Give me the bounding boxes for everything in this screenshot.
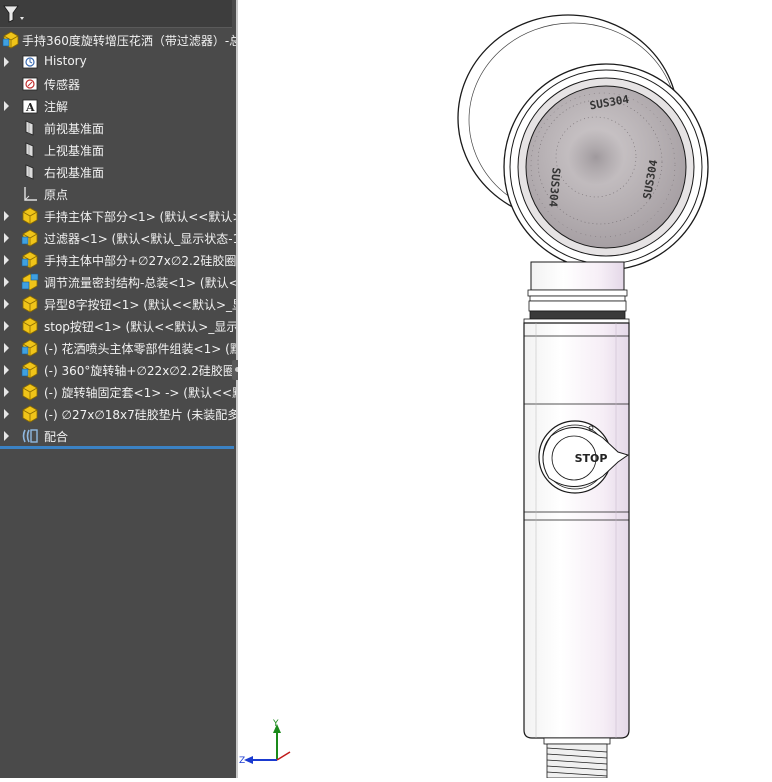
expand-arrow-icon[interactable]	[4, 321, 9, 331]
tree-item[interactable]: (-) ∅27x∅18x7硅胶垫片 (未装配多	[0, 403, 236, 425]
tree-item[interactable]: 右视基准面	[0, 161, 236, 183]
tree-item[interactable]: 过滤器<1> (默认<默认_显示状态-1	[0, 227, 236, 249]
tree-item[interactable]: 前视基准面	[0, 117, 236, 139]
subassembly-icon	[21, 273, 39, 291]
handle-body	[523, 322, 630, 739]
expand-arrow-icon[interactable]	[4, 299, 9, 309]
expand-arrow-icon[interactable]	[4, 431, 9, 441]
tree-item[interactable]: 上视基准面	[0, 139, 236, 161]
tree-item[interactable]: 配合	[0, 425, 236, 447]
tree-item-label: 原点	[44, 188, 69, 202]
expand-arrow-icon[interactable]	[4, 343, 9, 353]
tree-item-label: (-) ∅27x∅18x7硅胶垫片 (未装配多	[44, 408, 236, 422]
expand-arrow-icon[interactable]	[4, 211, 9, 221]
origin-icon	[24, 187, 37, 201]
tree-item-label: stop按钮<1> (默认<<默认>_显示	[44, 320, 236, 334]
swivel-neck	[523, 261, 630, 324]
tree-item[interactable]: stop按钮<1> (默认<<默认>_显示	[0, 315, 236, 337]
assembly-icon	[21, 251, 38, 269]
tree-item[interactable]: A 注解	[0, 95, 236, 117]
part-icon	[22, 383, 38, 401]
plane-icon	[25, 142, 34, 158]
tree-item[interactable]: 异型8字按钮<1> (默认<<默认>_显	[0, 293, 236, 315]
expand-arrow-icon[interactable]	[4, 387, 9, 397]
assembly-icon	[21, 361, 38, 379]
history-icon	[22, 55, 38, 69]
annotation-icon: A	[22, 99, 38, 114]
part-icon	[22, 317, 38, 335]
part-icon	[22, 405, 38, 423]
part-icon	[22, 295, 38, 313]
filter-bar	[0, 0, 232, 28]
tree-item[interactable]: (-) 花洒喷头主体零部件组装<1> (默	[0, 337, 236, 359]
tree-item-label: 传感器	[44, 78, 81, 92]
assembly-icon	[21, 229, 38, 247]
tree-item-label: 前视基准面	[44, 122, 105, 136]
hose-connector	[543, 737, 611, 779]
tree-item-label: 配合	[44, 430, 69, 444]
tree-item-label: 右视基准面	[44, 166, 105, 180]
expand-arrow-icon[interactable]	[4, 409, 9, 419]
expand-arrow-icon[interactable]	[4, 233, 9, 243]
expand-arrow-icon[interactable]	[4, 255, 9, 265]
sensor-icon	[22, 77, 38, 91]
tree-item[interactable]: 原点	[0, 183, 236, 205]
triad-z-label: Z	[239, 756, 245, 766]
rollback-bar[interactable]	[0, 446, 234, 449]
tree-item[interactable]: 手持主体下部分<1> (默认<<默认>	[0, 205, 236, 227]
tree-item[interactable]: (-) 360°旋转轴+∅22x∅2.2硅胶圈<	[0, 359, 236, 381]
tree-item-label: History	[44, 54, 87, 68]
orientation-triad: Y Z	[239, 719, 291, 766]
tree-item[interactable]: 调节流量密封结构-总装<1> (默认<	[0, 271, 236, 293]
expand-arrow-icon[interactable]	[4, 365, 9, 375]
expand-arrow-icon[interactable]	[4, 277, 9, 287]
feature-manager-panel: 手持360度旋转增压花洒（带过滤器）-总 History 传感器 A 注解前视基准面上…	[0, 0, 236, 778]
assembly-icon	[2, 31, 19, 49]
plane-icon	[25, 120, 34, 136]
plane-icon	[25, 164, 34, 180]
stop-button-label: STOP	[575, 452, 608, 465]
root-label: 手持360度旋转增压花洒（带过滤器）-总	[22, 34, 236, 48]
tree-item-label: 手持主体下部分<1> (默认<<默认>	[44, 210, 236, 224]
tree-root-assembly[interactable]: 手持360度旋转增压花洒（带过滤器）-总	[0, 29, 236, 51]
filter-icon[interactable]	[3, 5, 25, 23]
mates-icon	[22, 429, 38, 443]
tree-item-label: 异型8字按钮<1> (默认<<默认>_显	[44, 298, 236, 312]
tree-item-label: 调节流量密封结构-总装<1> (默认<	[44, 276, 236, 290]
assembly-icon	[21, 339, 38, 357]
tree-item[interactable]: 传感器	[0, 73, 236, 95]
tree-item-label: (-) 花洒喷头主体零部件组装<1> (默	[44, 342, 236, 356]
tree-item-label: (-) 旋转轴固定套<1> -> (默认<<默	[44, 386, 236, 400]
expand-arrow-icon[interactable]	[4, 57, 9, 67]
triad-y-label: Y	[272, 719, 279, 729]
tree-item-label: 手持主体中部分+∅27x∅2.2硅胶圈	[44, 254, 236, 268]
tree-item[interactable]: 手持主体中部分+∅27x∅2.2硅胶圈	[0, 249, 236, 271]
svg-text:A: A	[25, 101, 35, 114]
expand-arrow-icon[interactable]	[4, 101, 9, 111]
tree-item[interactable]: (-) 旋转轴固定套<1> -> (默认<<默	[0, 381, 236, 403]
tree-item[interactable]: History	[0, 51, 236, 73]
shower-head: SUS304 SUS304 SUS304	[457, 14, 709, 271]
graphics-area[interactable]: SUS304 SUS304 SUS304 STOP Y Z	[238, 0, 772, 779]
spray-nozzle-cluster	[568, 129, 624, 185]
model-view[interactable]: SUS304 SUS304 SUS304 STOP Y Z	[238, 0, 772, 779]
tree-item-label: 上视基准面	[44, 144, 105, 158]
tree-item-label: 注解	[44, 100, 69, 114]
tree-item-label: 过滤器<1> (默认<默认_显示状态-1	[44, 232, 236, 246]
tree-item-label: (-) 360°旋转轴+∅22x∅2.2硅胶圈<	[44, 364, 236, 378]
part-icon	[22, 207, 38, 225]
